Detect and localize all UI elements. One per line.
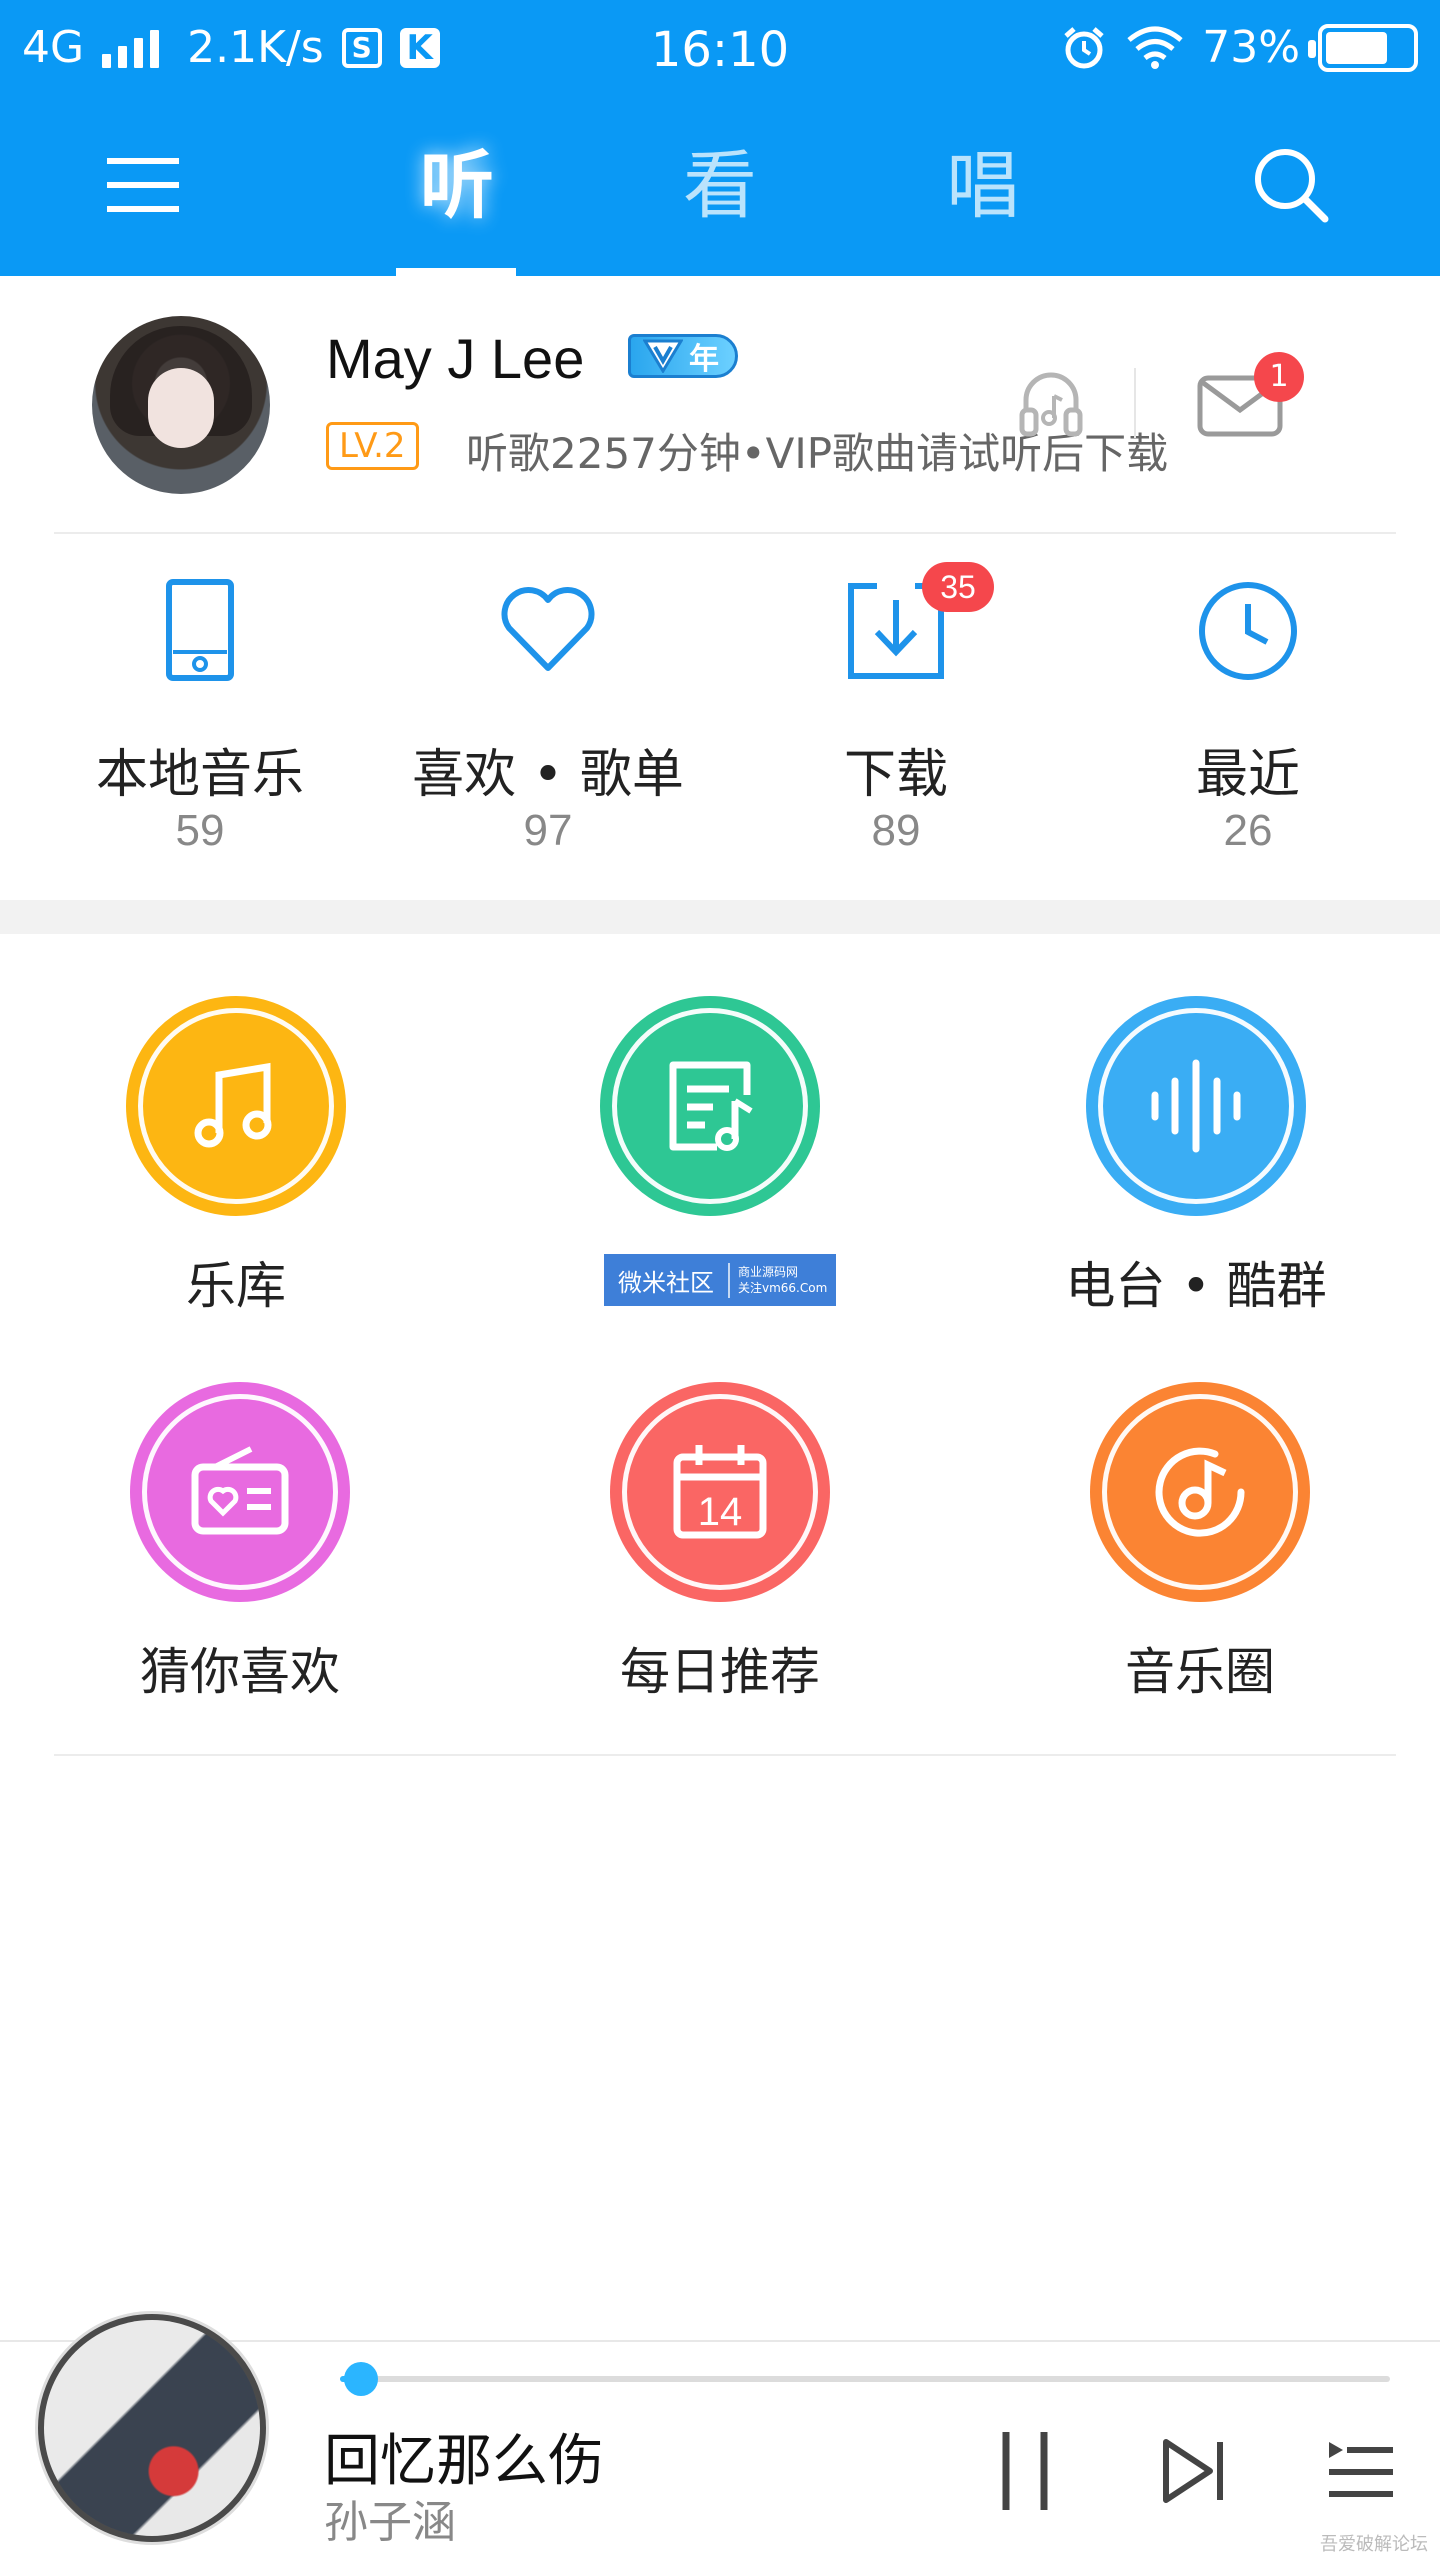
stat-label: 最近 (1195, 745, 1300, 805)
profile-divider (54, 532, 1396, 534)
grid-label: 每日推荐 (620, 1643, 820, 1701)
stat-recent[interactable]: 最近 26 (1068, 536, 1428, 900)
daily-circle: 14 (610, 1382, 830, 1602)
username: May J Lee (326, 327, 585, 390)
pause-button[interactable] (980, 2426, 1070, 2516)
battery-icon (1308, 23, 1418, 72)
progress-thumb[interactable] (344, 2362, 378, 2396)
grid-label: 乐库 (186, 1257, 286, 1315)
grid-item-library[interactable]: 乐库 (46, 996, 426, 1356)
progress-bar[interactable] (340, 2362, 1390, 2396)
profile-card[interactable]: May J Lee 年 LV.2 听歌2257分钟•VIP歌曲请试听后下载 1 (0, 276, 1440, 534)
music-circle-circle (1090, 1382, 1310, 1602)
radio-circle (1086, 996, 1306, 1216)
battery-percent: 73% (1202, 22, 1300, 73)
clock-icon (1199, 582, 1297, 680)
stat-count: 89 (871, 806, 921, 855)
grid-label: 猜你喜欢 (140, 1643, 340, 1701)
stat-label: 下载 (843, 745, 948, 805)
download-badge: 35 (922, 562, 994, 612)
grid-label: 电台 • 酷群 (1065, 1257, 1327, 1315)
status-right: 73% (1060, 22, 1418, 73)
album-art[interactable] (38, 2314, 266, 2542)
section-separator (0, 900, 1440, 934)
stat-label: 喜欢 • 歌单 (412, 745, 684, 805)
watermark-line2: 关注vm66.Com (738, 1281, 828, 1295)
tab-indicator (396, 268, 516, 276)
grid-label: 音乐圈 (1125, 1643, 1275, 1701)
tab-listen[interactable]: 听 (382, 136, 532, 246)
status-bar: 4G 2.1K/s S K 16:10 73% (0, 0, 1440, 100)
tablet-icon (166, 579, 234, 681)
quick-stats: 本地音乐 59 喜欢 • 歌单 97 下载 89 35 最近 26 (0, 536, 1440, 900)
guess-circle (130, 1382, 350, 1602)
stat-count: 97 (523, 806, 573, 855)
mini-player[interactable]: 回忆那么伤 孙子涵 吾爱破解论坛 (0, 2314, 1440, 2560)
earphone-icon[interactable] (1016, 366, 1086, 446)
watermark-main: 微米社区 (604, 1262, 730, 1298)
top-nav: 听 看 唱 (0, 100, 1440, 276)
alarm-icon (1064, 26, 1104, 68)
watermark: 微米社区 商业源码网 关注vm66.Com (604, 1254, 836, 1306)
tab-watch[interactable]: 看 (645, 136, 795, 246)
tab-sing[interactable]: 唱 (908, 136, 1058, 246)
stat-downloads[interactable]: 下载 89 (716, 536, 1076, 900)
grid-item-music-circle[interactable]: 音乐圈 (1010, 1382, 1390, 1742)
header: 4G 2.1K/s S K 16:10 73% 听 看 唱 (0, 0, 1440, 276)
next-icon (1163, 2439, 1223, 2503)
grid-item-radio[interactable]: 电台 • 酷群 (1006, 996, 1386, 1356)
stat-count: 26 (1223, 806, 1273, 855)
library-circle (126, 996, 346, 1216)
level-badge: LV.2 (326, 422, 419, 470)
grid-item-daily-picks[interactable]: 14 每日推荐 (530, 1382, 910, 1742)
battery-fill (1326, 31, 1388, 64)
grid-item-guess-you-like[interactable]: 猜你喜欢 (50, 1382, 430, 1742)
watermark-line1: 商业源码网 (738, 1265, 799, 1279)
wifi-icon (1127, 26, 1183, 69)
playlist-queue-button[interactable] (1316, 2426, 1406, 2516)
vip-v-icon (643, 339, 683, 373)
playlist-circle (600, 996, 820, 1216)
watermark-sub: 商业源码网 关注vm66.Com (730, 1264, 835, 1296)
stat-favorites[interactable]: 喜欢 • 歌单 97 (368, 536, 728, 900)
stat-label: 本地音乐 (95, 745, 304, 805)
song-artist: 孙子涵 (324, 2497, 456, 2548)
footer-watermark: 吾爱破解论坛 (1320, 2534, 1428, 2555)
pause-icon (1002, 2432, 1048, 2510)
vip-badge-label: 年 (689, 342, 719, 377)
profile-vertical-divider (1134, 368, 1136, 438)
stat-count: 59 (175, 806, 225, 855)
stat-local-music[interactable]: 本地音乐 59 (20, 536, 380, 900)
search-icon[interactable] (1246, 140, 1336, 230)
avatar[interactable] (92, 316, 270, 494)
mail-badge: 1 (1254, 352, 1304, 402)
queue-list-icon (1329, 2442, 1393, 2497)
heart-icon (501, 587, 595, 671)
vip-badge: 年 (628, 334, 738, 378)
grid-divider (54, 1754, 1396, 1756)
next-button[interactable] (1148, 2426, 1238, 2516)
menu-icon[interactable] (98, 140, 188, 230)
song-title: 回忆那么伤 (324, 2429, 604, 2494)
